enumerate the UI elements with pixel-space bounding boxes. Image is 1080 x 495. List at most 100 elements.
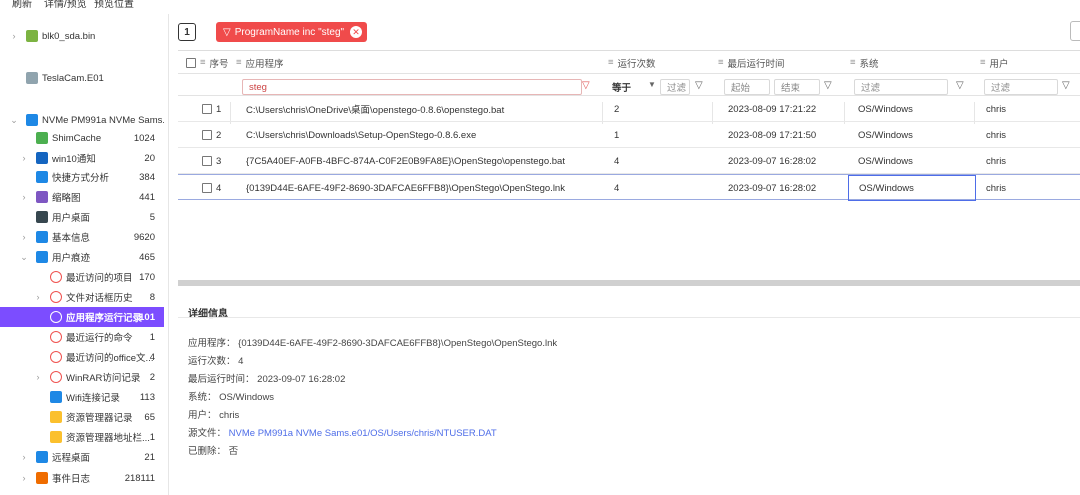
chevron-down-icon[interactable]: ⌄ [10,115,18,126]
header-index[interactable]: ≡ 序号 [186,51,229,74]
chevron-right-icon[interactable]: › [20,192,28,202]
dropdown-arrow-icon[interactable]: ▼ [648,80,656,89]
row-checkbox[interactable] [202,175,216,201]
sidebar-item[interactable]: › 事件日志 218111 [0,468,164,488]
clock-icon [50,371,62,383]
sidebar-item[interactable]: ⌄ NVMe PM991a NVMe Sams... [0,110,164,130]
sidebar-item-label: 事件日志 [52,474,91,485]
sidebar-item-count: 5 [149,211,155,223]
sidebar-item-count: 218111 [124,472,155,484]
chevron-right-icon[interactable]: › [20,452,28,462]
sidebar-item[interactable]: › blk0_sda.bin [0,26,164,46]
sidebar-item[interactable]: 最近运行的命令 1 [0,327,164,347]
sidebar-item-count: 65 [144,411,155,423]
chevron-right-icon[interactable]: › [20,473,28,483]
close-icon[interactable]: ✕ [350,26,363,38]
sidebar-item[interactable]: 快捷方式分析 384 [0,167,164,187]
sidebar-item[interactable]: › 基本信息 9620 [0,227,164,247]
table-row[interactable]: 2 C:\Users\chris\Downloads\Setup-OpenSteg… [178,122,1080,148]
detail-key: 源文件： [188,428,227,439]
detail-value: 4 [235,356,244,367]
sidebar-item[interactable]: 应用程序运行记录 101 [0,307,164,327]
filter-icon[interactable]: ▽ [956,80,964,91]
sidebar-item[interactable]: 资源管理器记录 65 [0,407,164,427]
evidence-tree: › blk0_sda.bin TeslaCam.E01 ⌄ NVMe PM991a NV… [0,14,164,495]
sidebar-item[interactable]: › 缩略图 441 [0,187,164,207]
sidebar-item-label: win10通知 [52,154,96,165]
sidebar-item-label: 用户桌面 [52,213,91,224]
sidebar-item[interactable]: 资源管理器地址栏... 1 [0,427,164,447]
row-checkbox[interactable] [202,148,216,174]
select-all-checkbox[interactable] [186,57,196,68]
sidebar-item[interactable]: 用户桌面 5 [0,207,164,227]
cell-user: chris [986,182,1007,194]
header-program[interactable]: ≡ 应用程序 [236,51,284,74]
source-file-link[interactable]: NVMe PM991a NVMe Sams.e01/OS/Users/chris… [226,428,497,439]
sidebar-item[interactable]: TeslaCam.E01 [0,68,164,88]
system-filter-input[interactable]: 过滤 [854,79,948,95]
cell-runs: 2 [614,103,620,115]
shim-icon [36,132,48,144]
bell-icon [36,152,48,164]
program-filter-input[interactable]: steg [242,79,582,95]
sidebar-item-label: 快捷方式分析 [52,173,110,184]
cell-user: chris [986,155,1007,167]
chevron-right-icon[interactable]: › [34,372,42,382]
menu-preview-position[interactable]: 预览位置 [94,0,134,10]
header-user[interactable]: ≡ 用户 [980,51,1009,74]
filter-icon[interactable]: ▽ [695,80,703,91]
folder-icon [50,411,62,423]
chevron-right-icon[interactable]: › [20,153,28,163]
sidebar-item[interactable]: 最近访问的项目 170 [0,267,164,287]
clock-icon [50,351,62,363]
cell-index: 1 [216,103,222,115]
cell-runs: 4 [614,155,620,167]
table-row[interactable]: 1 C:\Users\chris\OneDrive\桌面\openstego-0.… [178,96,1080,122]
user-filter-input[interactable]: 过滤 [984,79,1058,95]
end-date-input[interactable]: 结束 [774,79,820,95]
row-checkbox[interactable] [202,122,216,148]
menu-detail-preview[interactable]: 详情/预览 [44,0,87,10]
toolbar-button[interactable] [1070,21,1080,41]
sidebar-item-label: WinRAR访问记录 [66,373,141,384]
cell-last-run: 2023-08-09 17:21:22 [728,103,817,115]
chevron-down-icon[interactable]: ⌄ [20,252,28,263]
detail-value: chris [216,410,240,421]
header-runs[interactable]: ≡ 运行次数 [608,51,656,74]
page-indicator[interactable]: 1 [178,23,196,41]
filter-chip[interactable]: ▽ ProgramName inc "steg" ✕ [216,22,368,42]
header-last-run[interactable]: ≡ 最后运行时间 [718,51,785,74]
sidebar-item[interactable]: 最近访问的office文... 4 [0,347,164,367]
menu-refresh[interactable]: 刷新 [12,0,32,10]
runs-filter-input[interactable]: 过滤 [660,79,690,95]
clock-icon [50,331,62,343]
detail-field[interactable]: 源文件： NVMe PM991a NVMe Sams.e01/OS/Users/… [188,425,497,439]
chevron-right-icon[interactable]: › [20,232,28,242]
sidebar-item[interactable]: › 远程桌面 21 [0,447,164,467]
table-row[interactable]: 3 {7C5A40EF-A0FB-4BFC-874A-C0F2E0B9FA8E}\… [178,148,1080,174]
sidebar-item-label: blk0_sda.bin [42,30,96,42]
sidebar-item[interactable]: ShimCache 1024 [0,128,164,148]
filter-icon[interactable]: ▽ [582,80,590,91]
runs-operator-select[interactable]: 等于 [612,80,631,94]
chevron-right-icon[interactable]: › [34,292,42,302]
cell-index: 2 [216,129,222,141]
sidebar-item[interactable]: › WinRAR访问记录 2 [0,367,164,387]
row-checkbox[interactable] [202,96,216,122]
sidebar-item-label: ShimCache [52,132,102,144]
horizontal-scrollbar[interactable] [178,280,1080,286]
sidebar-divider [168,14,169,495]
sidebar-item[interactable]: Wifi连接记录 113 [0,387,164,407]
remote-desktop-icon [36,451,48,463]
start-date-input[interactable]: 起始 [724,79,770,95]
filter-icon[interactable]: ▽ [1062,80,1070,91]
sidebar-item[interactable]: › win10通知 20 [0,148,164,168]
filter-icon[interactable]: ▽ [824,80,832,91]
sidebar-item[interactable]: ⌄ 用户痕迹 465 [0,247,164,267]
cell-last-run: 2023-09-07 16:28:02 [728,155,817,167]
chevron-right-icon[interactable]: › [10,31,18,41]
header-system[interactable]: ≡ 系统 [850,51,879,74]
table-row[interactable]: 4 {0139D44E-6AFE-49F2-8690-3DAFCAE6FFB8}\… [178,174,1080,201]
footprint-icon [36,251,48,263]
sidebar-item[interactable]: › 文件对话框历史 8 [0,287,164,307]
